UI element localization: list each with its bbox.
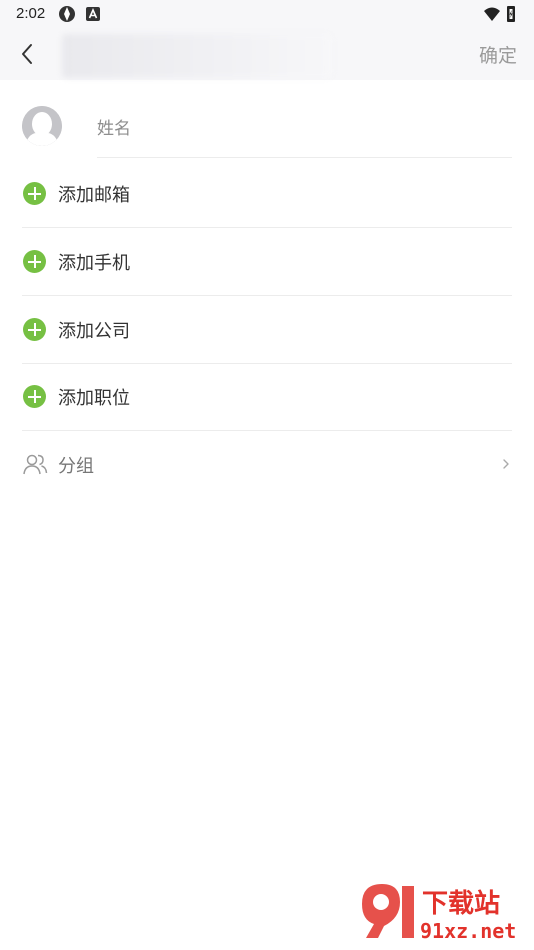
add-company-row[interactable]: 添加公司 [0,296,534,364]
add-position-row[interactable]: 添加职位 [0,363,534,431]
group-users-icon [23,454,48,475]
chevron-right-icon [503,459,509,469]
battery-icon [507,6,515,22]
add-position-label: 添加职位 [58,388,130,409]
watermark-91-mark [362,884,414,938]
accessibility-status-icon [86,7,100,21]
group-row[interactable]: 分组 [0,431,534,499]
status-bar: 2:02 [0,0,534,28]
blurred-title-area [62,34,332,78]
add-company-label: 添加公司 [58,321,130,342]
name-input[interactable] [97,100,512,158]
avatar[interactable] [22,106,62,146]
group-label: 分组 [58,456,94,477]
app-header: 确定 [0,28,534,80]
plus-circle-icon [23,318,46,341]
watermark-brand-url: 91xz.net [420,919,516,943]
add-email-row[interactable]: 添加邮箱 [0,160,534,228]
confirm-button[interactable]: 确定 [479,41,517,68]
watermark-logo: 下载站 91xz.net [362,884,516,943]
chevron-left-icon [22,44,32,64]
back-button[interactable] [12,38,42,70]
name-row [0,80,534,160]
status-time: 2:02 [16,5,46,22]
sync-status-icon [59,6,75,22]
default-avatar-icon [22,106,62,146]
add-phone-label: 添加手机 [58,253,130,274]
plus-circle-icon [23,385,46,408]
wifi-icon [484,7,500,21]
watermark-brand-cn: 下载站 [422,889,500,919]
add-phone-row[interactable]: 添加手机 [0,228,534,296]
plus-circle-icon [23,182,46,205]
add-email-label: 添加邮箱 [58,185,130,206]
plus-circle-icon [23,250,46,273]
